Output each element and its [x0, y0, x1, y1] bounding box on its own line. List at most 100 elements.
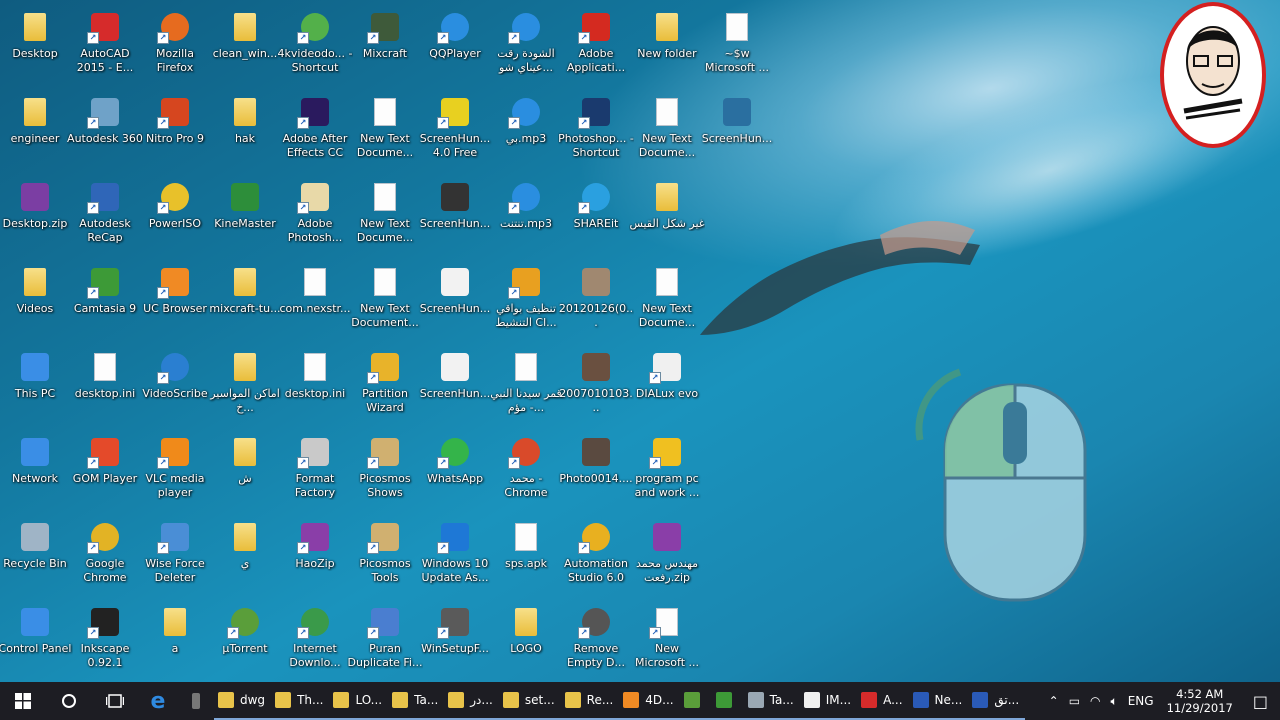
desktop-icon[interactable]: ↗ UC Browser — [140, 260, 210, 340]
desktop-icon[interactable]: clean_win... — [210, 5, 280, 85]
desktop-icon[interactable]: engineer — [0, 90, 70, 170]
desktop-icon[interactable]: Recycle Bin — [0, 515, 70, 595]
notification-center-icon[interactable]: □ — [1241, 692, 1280, 711]
search-button[interactable] — [46, 682, 92, 720]
taskbar-im[interactable]: IM... — [799, 682, 858, 720]
desktop-icon[interactable]: New Text Docume... — [350, 90, 420, 170]
desktop-icon[interactable]: ↗ Automation Studio 6.0 — [561, 515, 631, 595]
desktop-icon[interactable]: ↗ GOM Player — [70, 430, 140, 510]
desktop-icon[interactable]: ScreenHun... — [420, 345, 490, 425]
desktop-icon[interactable]: ↗ Windows 10 Update As... — [420, 515, 490, 595]
desktop-icon[interactable]: ↗ program pc and work ... — [632, 430, 702, 510]
desktop-icon[interactable]: ↗ Puran Duplicate Fi... — [348, 600, 422, 680]
desktop-icon[interactable]: Desktop.zip — [0, 175, 70, 255]
desktop-icon[interactable]: ↗ Adobe Photosh... — [280, 175, 350, 255]
desktop-icon[interactable]: New Text Docume... — [350, 175, 420, 255]
desktop-icon[interactable]: Control Panel — [0, 600, 71, 680]
desktop-icon[interactable]: ↗ Remove Empty D... — [561, 600, 631, 680]
volume-icon[interactable]: 🔈︎ — [1106, 694, 1123, 709]
desktop-icon[interactable]: ↗ Format Factory — [280, 430, 350, 510]
desktop-icon[interactable]: ScreenHun... — [420, 260, 490, 340]
desktop-icon[interactable]: Videos — [0, 260, 70, 340]
desktop-icon[interactable]: ↗ الشودة رقت عيناي شو... — [491, 5, 561, 85]
taskbar-dar[interactable]: در... — [444, 682, 499, 720]
desktop-icon[interactable]: ↗ DIALux evo — [632, 345, 702, 425]
task-view-button[interactable] — [92, 682, 138, 720]
desktop-icon[interactable]: ↗ VLC media player — [140, 430, 210, 510]
desktop-icon[interactable]: ↗ Mixcraft — [350, 5, 420, 85]
desktop-icon[interactable]: a — [140, 600, 210, 680]
desktop-icon[interactable]: ↗ Partition Wizard — [350, 345, 420, 425]
desktop-icon[interactable]: ↗ µTorrent — [210, 600, 280, 680]
desktop-icon[interactable]: اماكن المواسير خ... — [210, 345, 280, 425]
desktop-icon[interactable]: غير شكل القيس — [629, 175, 705, 255]
desktop-icon[interactable]: ↗ PowerISO — [140, 175, 210, 255]
desktop-icon[interactable]: ي — [210, 515, 280, 595]
language-indicator[interactable]: ENG — [1123, 694, 1159, 708]
desktop-icon[interactable]: New Text Docume... — [632, 90, 702, 170]
wifi-icon[interactable]: ◠ — [1085, 694, 1105, 708]
desktop-icon[interactable]: com.nexstr... — [279, 260, 351, 340]
taskbar-ta2[interactable]: Ta... — [743, 682, 800, 720]
desktop-icon[interactable]: hak — [210, 90, 280, 170]
desktop-icon[interactable]: 2007010103... — [559, 345, 633, 425]
taskbar-word2[interactable]: تق... — [968, 682, 1026, 720]
desktop-icon[interactable]: ↗ WhatsApp — [420, 430, 490, 510]
desktop-icon[interactable]: 20120126(0... — [559, 260, 633, 340]
desktop-icon[interactable]: ScreenHun... — [420, 175, 490, 255]
taskbar-lo[interactable]: LO... — [329, 682, 389, 720]
taskbar-edge[interactable]: e — [138, 682, 178, 720]
desktop-icon[interactable]: ↗ Nitro Pro 9 — [140, 90, 210, 170]
desktop-icon[interactable]: desktop.ini — [280, 345, 350, 425]
desktop-icon[interactable]: قمر سيدنا النبي - مؤم... — [490, 345, 562, 425]
battery-icon[interactable]: ▭ — [1064, 694, 1085, 708]
desktop-icon[interactable]: ↗ Inkscape 0.92.1 — [70, 600, 140, 680]
taskbar-re[interactable]: Re... — [560, 682, 620, 720]
desktop-icon[interactable]: ~$w Microsoft ... — [702, 5, 772, 85]
clock[interactable]: 4:52 AM 11/29/2017 — [1159, 687, 1241, 715]
desktop-icon[interactable]: ↗ Camtasia 9 — [70, 260, 140, 340]
taskbar-autocad[interactable]: A... — [857, 682, 909, 720]
desktop-icon[interactable]: ↗ Google Chrome — [70, 515, 140, 595]
desktop-icon[interactable]: ↗ WinSetupF... — [420, 600, 490, 680]
desktop-icon[interactable]: ↗ تنتنت.mp3 — [491, 175, 561, 255]
desktop-icon[interactable]: ScreenHun... — [702, 90, 772, 170]
desktop-icon[interactable]: Photo0014.... — [559, 430, 633, 510]
desktop-icon[interactable]: New folder — [632, 5, 702, 85]
desktop-icon[interactable]: مهندس محمد رفعت.zip — [632, 515, 702, 595]
taskbar-set[interactable]: set... — [498, 682, 561, 720]
taskbar-android[interactable] — [679, 682, 712, 720]
desktop-icon[interactable]: ↗ Autodesk ReCap — [70, 175, 140, 255]
desktop-icon[interactable]: ↗ QQPlayer — [420, 5, 490, 85]
desktop-area[interactable]: Desktop engineer Desktop.zip Videos This PC N… — [0, 0, 1280, 682]
desktop-icon[interactable]: ↗ محمد - Chrome — [491, 430, 561, 510]
desktop-icon[interactable]: ↗ Wise Force Deleter — [140, 515, 210, 595]
desktop-icon[interactable]: New Text Document... — [350, 260, 420, 340]
desktop-icon[interactable]: ↗ Adobe Applicati... — [561, 5, 631, 85]
desktop-icon[interactable]: This PC — [0, 345, 70, 425]
desktop-icon[interactable]: New Text Docume... — [632, 260, 702, 340]
taskbar-ta[interactable]: Ta... — [388, 682, 445, 720]
desktop-icon[interactable]: KineMaster — [210, 175, 280, 255]
desktop-icon[interactable]: ↗ بي.mp3 — [491, 90, 561, 170]
desktop-icon[interactable]: ↗ AutoCAD 2015 - E... — [70, 5, 140, 85]
desktop-icon[interactable]: ↗ Mozilla Firefox — [140, 5, 210, 85]
taskbar-word1[interactable]: Ne... — [908, 682, 969, 720]
desktop-icon[interactable]: ↗ SHAREit — [561, 175, 631, 255]
desktop-icon[interactable]: ↗ Photoshop... - Shortcut — [558, 90, 634, 170]
taskbar-4d[interactable]: 4D... — [619, 682, 680, 720]
desktop-icon[interactable]: ↗ HaoZip — [280, 515, 350, 595]
taskbar-phone[interactable] — [178, 682, 214, 720]
desktop-icon[interactable]: ↗ New Microsoft ... — [632, 600, 702, 680]
desktop-icon[interactable]: ↗ Picosmos Tools — [350, 515, 420, 595]
desktop-icon[interactable]: Desktop — [0, 5, 70, 85]
start-button[interactable] — [0, 682, 46, 720]
desktop-icon[interactable]: ↗ VideoScribe — [140, 345, 210, 425]
tray-overflow-chevron-icon[interactable]: ⌃ — [1044, 694, 1064, 708]
desktop-icon[interactable]: ↗ ScreenHun... 4.0 Free — [420, 90, 490, 170]
desktop-icon[interactable]: sps.apk — [491, 515, 561, 595]
desktop-icon[interactable]: LOGO — [491, 600, 561, 680]
desktop-icon[interactable]: ↗ Internet Downlo... — [280, 600, 350, 680]
desktop-icon[interactable]: ↗ تنظيف بواقي التنشيط Cl... — [491, 260, 561, 340]
desktop-icon[interactable]: ش — [210, 430, 280, 510]
